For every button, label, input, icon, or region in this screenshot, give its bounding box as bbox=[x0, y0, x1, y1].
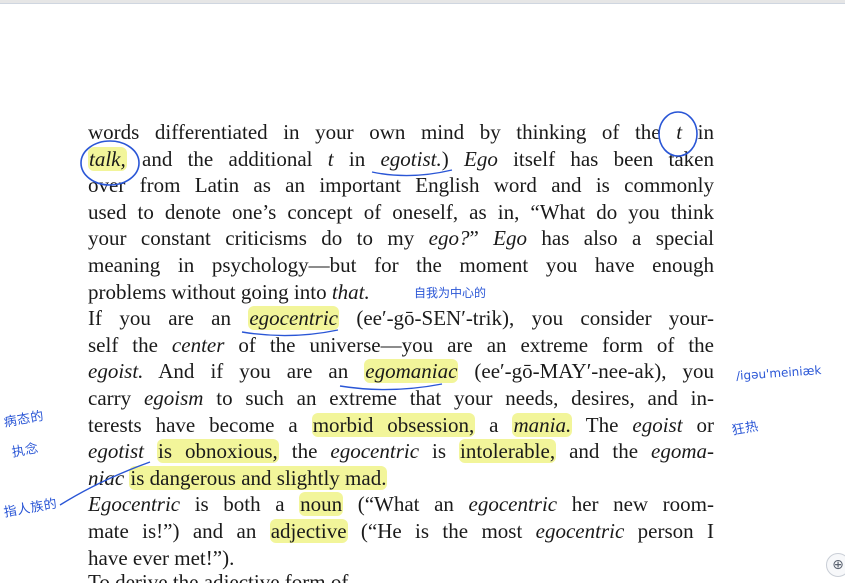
text-line: mate is!”) and an adjective (“He is the … bbox=[88, 518, 714, 545]
highlighted-phrase: adjective bbox=[269, 519, 348, 543]
text-line: egoist. And if you are an egomaniac (ee′… bbox=[88, 358, 714, 385]
highlighted-phrase: talk, bbox=[88, 146, 127, 171]
text-run: (“He is the most bbox=[347, 519, 536, 543]
text-run: And if you are an bbox=[143, 359, 365, 384]
text-run: that. bbox=[331, 279, 370, 304]
text-run: egoist. bbox=[88, 359, 144, 384]
text-line: meaning in psychology—but for the moment… bbox=[88, 252, 714, 279]
text-line: If you are an egocentric (ee′-gō-SEN′-tr… bbox=[88, 305, 714, 332]
zoom-plus-icon: ⊕ bbox=[832, 557, 844, 573]
text-run: or bbox=[682, 412, 714, 437]
text-run: egocentric bbox=[535, 519, 625, 543]
text-run: egotist bbox=[88, 439, 144, 464]
text-line: words differentiated in your own mind by… bbox=[88, 119, 714, 146]
text-run: has also a special bbox=[527, 226, 714, 251]
text-run: is bbox=[419, 439, 460, 464]
text-run: self the bbox=[88, 332, 172, 357]
text-line: carry egoism to such an extreme that you… bbox=[88, 385, 714, 412]
text-run: is both a bbox=[180, 492, 300, 517]
text-run: ” bbox=[469, 226, 494, 251]
text-run: (“What an bbox=[343, 492, 469, 517]
note-morbid-1: 病态的 bbox=[2, 408, 46, 431]
text-line: have ever met!”). bbox=[88, 545, 714, 572]
text-run: If you are an bbox=[88, 306, 249, 331]
text-run: to such an extreme that your needs, desi… bbox=[203, 386, 714, 410]
text-run: a bbox=[475, 412, 513, 437]
note-mania: 狂热 bbox=[730, 419, 760, 439]
note-self-centered: 自我为中心的 bbox=[414, 286, 487, 300]
highlighted-phrase: egomaniac bbox=[364, 359, 459, 384]
text-run: person I bbox=[624, 519, 714, 543]
text-line: egotist is obnoxious, the egocentric is … bbox=[88, 438, 714, 465]
highlighted-phrase: morbid obsession, bbox=[311, 412, 476, 437]
text-run: (ee′-gō-MAY′-nee-ak), you bbox=[458, 359, 714, 384]
text-run: egocentric bbox=[330, 439, 420, 464]
text-run: egoist bbox=[632, 412, 683, 437]
text-run: center bbox=[171, 332, 225, 357]
note-pronunciation: /igəu'meiniæk bbox=[735, 363, 822, 383]
text-run: in bbox=[682, 120, 714, 144]
text-line: problems without going into that. bbox=[88, 279, 714, 306]
text-run: niac bbox=[88, 465, 125, 490]
text-run: have ever met!”). bbox=[88, 545, 235, 570]
text-run: over from Latin as an important English … bbox=[88, 173, 714, 198]
text-line: Egocentric is both a noun (“What an egoc… bbox=[88, 491, 714, 518]
text-run: mate is!”) and an bbox=[88, 519, 270, 543]
note-noun: 指人族的 bbox=[2, 496, 59, 521]
text-line: talk, and the additional t in egotist.) … bbox=[88, 146, 714, 173]
highlighted-phrase: noun bbox=[299, 492, 344, 517]
text-run: and the additional bbox=[126, 146, 328, 171]
text-run: used to denote one’s concept of oneself,… bbox=[88, 199, 714, 224]
highlighted-phrase: is obnoxious, bbox=[157, 439, 279, 464]
text-run: meaning in psychology—but for the moment… bbox=[88, 253, 714, 277]
text-run: of the universe—you are an extreme form … bbox=[224, 332, 714, 357]
text-run: The bbox=[572, 412, 633, 437]
highlighted-phrase: is dangerous and slightly mad. bbox=[129, 465, 388, 490]
text-run: words differentiated in your own mind by… bbox=[88, 120, 677, 144]
text-run: egoma- bbox=[651, 439, 715, 464]
highlighted-phrase: mania. bbox=[512, 412, 573, 437]
viewer-top-border bbox=[0, 0, 845, 4]
text-run: in bbox=[333, 146, 381, 171]
text-run: your constant criticisms do to my bbox=[88, 226, 429, 251]
text-run: Egocentric bbox=[88, 492, 181, 517]
text-line: used to denote one’s concept of oneself,… bbox=[88, 199, 714, 226]
text-run: Ego bbox=[464, 146, 498, 171]
text-run: itself has been taken bbox=[497, 146, 714, 171]
text-line: your constant criticisms do to my ego?” … bbox=[88, 225, 714, 252]
text-run: carry bbox=[88, 386, 144, 410]
text-line: terests have become a morbid obsession, … bbox=[88, 412, 714, 439]
text-run: egocentric bbox=[468, 492, 558, 517]
cut-line-text: To derive the adjective form of bbox=[88, 570, 349, 583]
text-run: egotist. bbox=[380, 146, 442, 171]
text-run: the bbox=[278, 439, 331, 464]
text-run: her new room- bbox=[557, 492, 714, 517]
text-run bbox=[144, 439, 157, 463]
text-line: niac is dangerous and slightly mad. bbox=[88, 465, 714, 492]
text-run: Ego bbox=[493, 226, 527, 251]
note-morbid-2: 执念 bbox=[10, 441, 40, 461]
text-run: egoism bbox=[143, 386, 204, 410]
text-line: over from Latin as an important English … bbox=[88, 172, 714, 199]
text-line: self the center of the universe—you are … bbox=[88, 332, 714, 359]
text-run: ego? bbox=[428, 226, 470, 251]
text-run: problems without going into bbox=[88, 279, 332, 304]
zoom-button[interactable]: ⊕ bbox=[826, 553, 845, 577]
text-run: (ee′-gō-SEN′-trik), you consider your- bbox=[338, 306, 714, 331]
highlighted-phrase: intolerable, bbox=[459, 439, 557, 464]
text-run: and the bbox=[556, 439, 652, 464]
text-run: ) bbox=[441, 146, 464, 171]
highlighted-phrase: egocentric bbox=[248, 306, 339, 331]
text-run: terests have become a bbox=[88, 412, 312, 437]
